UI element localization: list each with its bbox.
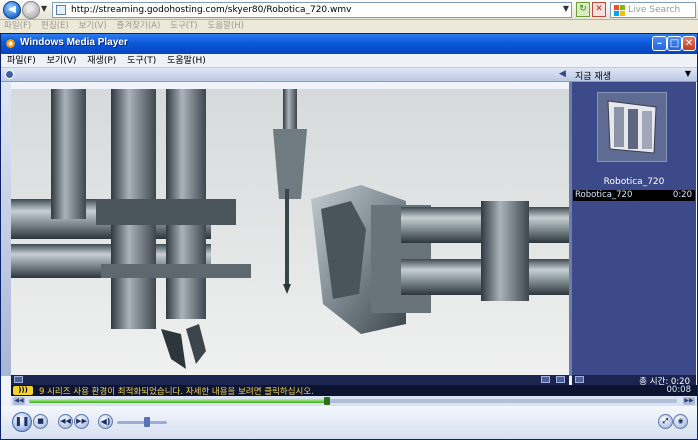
windows-logo-icon [614, 5, 625, 16]
maximize-button[interactable]: □ [667, 36, 682, 51]
browser-menu-help[interactable]: 도움말(H) [208, 20, 244, 33]
seek-bar[interactable] [29, 397, 677, 405]
search-placeholder: Live Search [628, 5, 681, 15]
browser-menu-bar: 파일(F) 편집(E) 보기(V) 즐겨찾기(A) 도구(T) 도움말(H) [0, 20, 698, 33]
playlist-item-name: Robotica_720 [575, 190, 633, 200]
title-bar[interactable]: Windows Media Player – □ ✕ [1, 34, 697, 54]
player-menu-tools[interactable]: 도구(T) [127, 54, 156, 68]
taskbar-strip: ◀ 지금 재생 ▼ [1, 68, 697, 82]
mute-button[interactable]: ◀) [98, 414, 113, 429]
playlist-options-icon[interactable] [575, 376, 584, 383]
skin-mode-button[interactable]: ◉ [673, 414, 688, 429]
back-arrow-icon: ◀ [8, 4, 16, 15]
status-bar[interactable]: ))) 9 시리즈 사용 환경이 최적화되었습니다. 자세한 내용을 보려면 클… [11, 385, 697, 397]
video-left-border [1, 82, 11, 376]
video-info-strip [11, 375, 569, 385]
search-input[interactable]: Live Search [610, 2, 696, 18]
chevron-down-icon: ▼ [684, 69, 691, 78]
fast-forward-icon[interactable]: ▶▶ [683, 397, 695, 405]
film-strip-icon [607, 100, 657, 154]
window-title: Windows Media Player [20, 37, 128, 48]
browser-menu-favorites[interactable]: 즐겨찾기(A) [117, 20, 161, 33]
fullscreen-button[interactable]: ⤢ [658, 414, 673, 429]
back-button[interactable]: ◀ [3, 1, 21, 19]
pause-button[interactable]: ❚❚ [12, 412, 32, 432]
browser-toolbar: ◀ ▶ ▼ http://streaming.godohosting.com/s… [0, 0, 698, 20]
playlist-item[interactable]: Robotica_720 0:20 [573, 190, 695, 201]
stop-loading-button[interactable]: ✕ [592, 2, 606, 17]
show-taskbar-toggle[interactable] [5, 70, 14, 79]
close-button[interactable]: ✕ [682, 36, 696, 51]
player-menu-view[interactable]: 보기(V) [47, 54, 77, 68]
seek-thumb[interactable] [324, 397, 331, 405]
forward-arrow-icon: ▶ [27, 4, 35, 15]
media-player-icon [5, 38, 16, 49]
page-icon [56, 5, 66, 15]
elapsed-time: 00:08 [666, 385, 692, 395]
next-button[interactable]: ▶▶ [74, 414, 89, 429]
address-dropdown-icon[interactable]: ▼ [563, 4, 569, 13]
media-player-window: Windows Media Player – □ ✕ 파일(F) 보기(V) 재… [0, 33, 698, 440]
playlist-info-strip: 총 시간: 0:20 [572, 375, 696, 387]
browser-menu-view[interactable]: 보기(V) [79, 20, 107, 33]
player-menu-bar: 파일(F) 보기(V) 재생(P) 도구(T) 도움말(H) [1, 54, 697, 68]
browser-menu-file[interactable]: 파일(F) [4, 20, 31, 33]
volume-slider[interactable] [117, 417, 167, 427]
chevron-left-icon: ◀ [559, 69, 566, 79]
video-frame [11, 89, 569, 375]
previous-button[interactable]: ◀◀ [58, 414, 73, 429]
seek-progress [29, 399, 328, 403]
album-art-caption: Robotica_720 [603, 177, 665, 187]
forward-button[interactable]: ▶ [22, 1, 40, 19]
volume-thumb[interactable] [144, 417, 150, 427]
seek-row: ◀◀ ▶▶ [11, 396, 697, 406]
playlist-pane: Robotica_720 Robotica_720 0:20 [572, 82, 696, 376]
history-dropdown-icon[interactable]: ▼ [41, 4, 47, 13]
video-settings-icon[interactable] [556, 376, 565, 383]
video-zoom-icon[interactable] [541, 376, 550, 383]
rewind-icon[interactable]: ◀◀ [13, 397, 25, 405]
album-art [597, 92, 667, 162]
video-viewport[interactable] [11, 89, 569, 375]
browser-menu-tools[interactable]: 도구(T) [170, 20, 197, 33]
stop-button[interactable]: ■ [33, 414, 48, 429]
minimize-button[interactable]: – [652, 36, 667, 51]
status-badge: ))) [13, 386, 33, 395]
player-menu-help[interactable]: 도움말(H) [167, 54, 206, 68]
media-info-icon[interactable] [14, 376, 23, 383]
refresh-button[interactable]: ↻ [576, 2, 590, 17]
playlist-item-duration: 0:20 [672, 190, 692, 200]
now-playing-label: 지금 재생 [575, 72, 611, 82]
player-menu-file[interactable]: 파일(F) [7, 54, 36, 68]
player-menu-play[interactable]: 재생(P) [87, 54, 116, 68]
browser-menu-edit[interactable]: 편집(E) [41, 20, 69, 33]
address-bar[interactable]: http://streaming.godohosting.com/skyer80… [52, 2, 572, 18]
address-text: http://streaming.godohosting.com/skyer80… [71, 5, 352, 15]
transport-controls: ❚❚ ■ ◀◀ ▶▶ ◀) ⤢ ◉ [1, 406, 697, 439]
now-playing-dropdown[interactable]: ◀ 지금 재생 ▼ [557, 68, 697, 82]
